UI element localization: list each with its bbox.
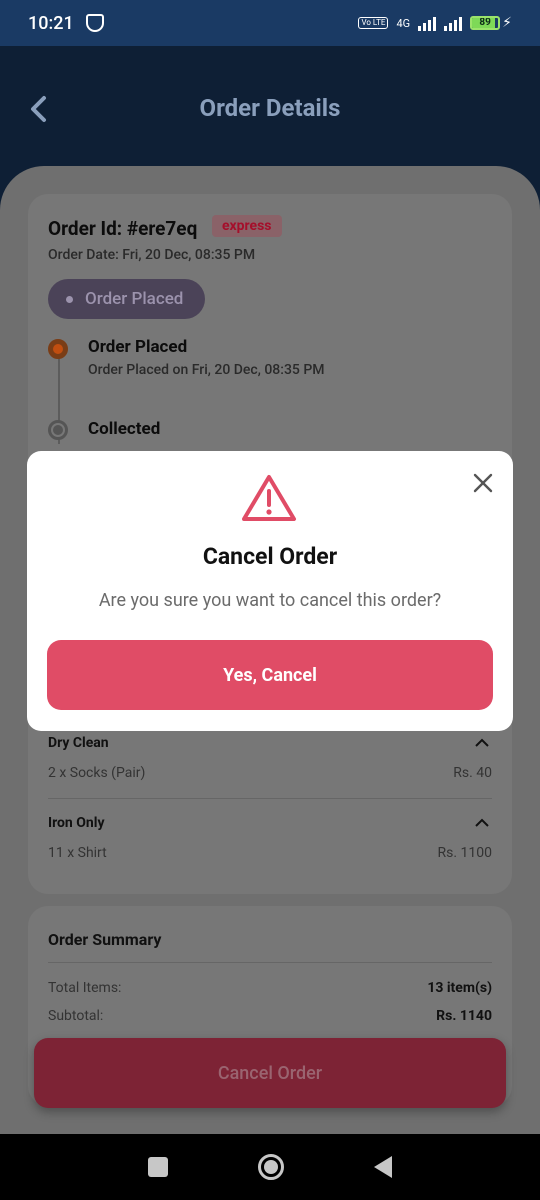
battery-icon: 89 ⚡ <box>470 15 512 31</box>
chevron-up-icon[interactable] <box>474 735 490 751</box>
summary-value: Rs. 1140 <box>436 1008 492 1024</box>
service-name: Iron Only <box>48 815 105 831</box>
item-price: Rs. 1100 <box>437 845 493 861</box>
home-icon[interactable] <box>258 1154 284 1180</box>
summary-label: Total Items: <box>48 980 122 996</box>
chevron-up-icon[interactable] <box>474 815 490 831</box>
timeline-dot-pending-icon <box>48 420 68 440</box>
network-type: 4G <box>396 16 411 30</box>
summary-row-subtotal: Subtotal: Rs. 1140 <box>48 1008 492 1024</box>
item-label: 11 x Shirt <box>48 845 107 861</box>
charging-icon: ⚡ <box>502 15 512 31</box>
signal-2-icon <box>444 15 463 31</box>
vpn-icon <box>85 14 104 32</box>
list-item: 2 x Socks (Pair) Rs. 40 <box>48 765 492 781</box>
close-icon[interactable] <box>471 471 495 495</box>
list-item: 11 x Shirt Rs. 1100 <box>48 845 492 861</box>
express-badge: express <box>212 215 282 237</box>
dialog-message: Are you sure you want to cancel this ord… <box>98 590 442 611</box>
service-iron-only[interactable]: Iron Only 11 x Shirt Rs. 1100 <box>48 815 492 861</box>
status-pill: Order Placed <box>48 279 206 319</box>
summary-row-total-items: Total Items: 13 item(s) <box>48 980 492 996</box>
timeline-dot-active-icon <box>48 339 68 359</box>
back-triangle-icon[interactable] <box>374 1156 392 1178</box>
summary-value: 13 item(s) <box>427 980 492 996</box>
recents-icon[interactable] <box>148 1157 168 1177</box>
order-id: Order Id: #ere7eq <box>48 217 198 240</box>
status-indicators: Vo LTE 4G 89 ⚡ <box>358 15 512 31</box>
service-dry-clean[interactable]: Dry Clean 2 x Socks (Pair) Rs. 40 <box>48 735 492 781</box>
item-label: 2 x Socks (Pair) <box>48 765 146 781</box>
service-name: Dry Clean <box>48 735 109 751</box>
divider <box>48 798 492 799</box>
battery-level: 89 <box>479 17 491 28</box>
summary-title: Order Summary <box>48 930 162 949</box>
yes-cancel-button[interactable]: Yes, Cancel <box>47 640 493 710</box>
warning-icon <box>242 475 296 521</box>
divider <box>48 962 492 963</box>
cancel-order-dialog: Cancel Order Are you sure you want to ca… <box>27 451 513 731</box>
status-pill-label: Order Placed <box>85 289 184 309</box>
status-time: 10:21 <box>28 12 74 34</box>
item-price: Rs. 40 <box>453 765 492 781</box>
cancel-order-button[interactable]: Cancel Order <box>34 1038 506 1108</box>
volte-icon: Vo LTE <box>358 17 389 29</box>
order-date: Order Date: Fri, 20 Dec, 08:35 PM <box>48 247 256 263</box>
timeline-title-placed: Order Placed <box>88 337 188 357</box>
timeline-subtitle-placed: Order Placed on Fri, 20 Dec, 08:35 PM <box>88 362 325 378</box>
system-nav-bar <box>0 1134 540 1200</box>
page-title: Order Details <box>199 94 341 122</box>
timeline-title-collected: Collected <box>88 419 161 439</box>
status-dot-icon <box>66 295 73 303</box>
summary-label: Subtotal: <box>48 1008 104 1024</box>
signal-icon <box>418 15 437 31</box>
status-bar: 10:21 Vo LTE 4G 89 ⚡ <box>0 0 540 46</box>
dialog-title: Cancel Order <box>202 543 338 570</box>
